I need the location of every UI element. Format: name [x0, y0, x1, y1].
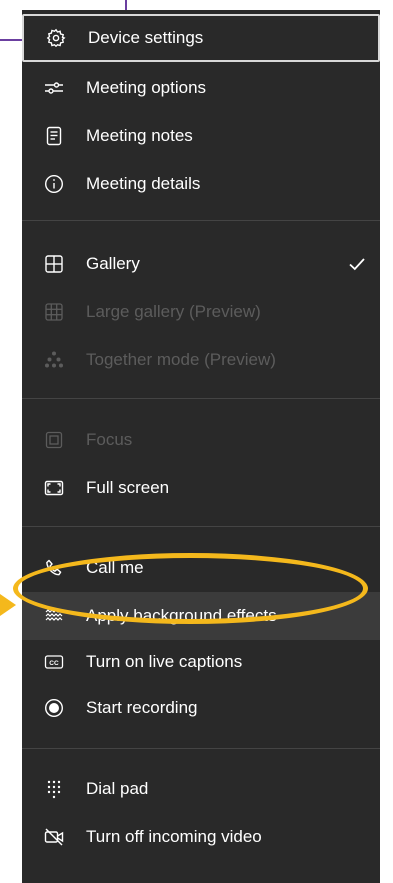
menu-item-label: Turn on live captions	[86, 652, 243, 671]
menu-divider	[22, 526, 380, 527]
callout-pointer	[0, 594, 16, 616]
menu-divider	[22, 748, 380, 749]
menu-item-turn-on-live-captions[interactable]: CC Turn on live captions	[22, 638, 380, 686]
menu-item-full-screen[interactable]: Full screen	[22, 464, 380, 512]
menu-divider	[22, 398, 380, 399]
notes-icon	[44, 126, 64, 146]
more-actions-menu: Device settings Meeting options Meeting …	[22, 10, 380, 883]
captions-icon: CC	[44, 652, 64, 672]
menu-item-label: Meeting details	[86, 174, 201, 193]
menu-item-label: Apply background effects	[86, 606, 277, 625]
video-off-icon	[44, 827, 64, 847]
record-icon	[44, 698, 64, 718]
menu-item-label: Device settings	[88, 28, 204, 47]
menu-item-label: Turn off incoming video	[86, 827, 262, 846]
focus-icon	[44, 430, 64, 450]
background-effects-icon	[44, 606, 64, 626]
menu-item-focus: Focus	[22, 416, 380, 464]
checkmark-icon	[348, 255, 366, 273]
menu-item-label: Meeting options	[86, 78, 207, 97]
callout-leader-line	[0, 39, 22, 41]
menu-item-large-gallery: Large gallery (Preview)	[22, 288, 380, 336]
menu-item-label: Full screen	[86, 478, 170, 497]
menu-item-label: Large gallery (Preview)	[86, 302, 261, 321]
phone-icon	[44, 558, 64, 578]
menu-item-label: Together mode (Preview)	[86, 350, 276, 369]
menu-item-meeting-notes[interactable]: Meeting notes	[22, 112, 380, 160]
gallery-icon	[44, 254, 64, 274]
menu-divider	[22, 220, 380, 221]
fullscreen-icon	[44, 478, 64, 498]
menu-item-meeting-details[interactable]: Meeting details	[22, 160, 380, 208]
menu-item-apply-background-effects[interactable]: Apply background effects	[22, 592, 380, 640]
menu-item-label: Meeting notes	[86, 126, 193, 145]
menu-item-together-mode: Together mode (Preview)	[22, 336, 380, 384]
menu-item-label: Start recording	[86, 698, 198, 717]
together-mode-icon	[44, 350, 64, 370]
menu-item-label: Dial pad	[86, 779, 149, 798]
large-gallery-icon	[44, 302, 64, 322]
menu-item-label: Gallery	[86, 254, 140, 273]
dialpad-icon	[44, 779, 64, 799]
menu-item-device-settings[interactable]: Device settings	[22, 14, 380, 62]
menu-item-start-recording[interactable]: Start recording	[22, 684, 380, 732]
menu-item-gallery[interactable]: Gallery	[22, 240, 380, 288]
menu-item-label: Call me	[86, 558, 144, 577]
info-icon	[44, 174, 64, 194]
sliders-icon	[44, 78, 64, 98]
menu-item-call-me[interactable]: Call me	[22, 544, 380, 592]
menu-item-turn-off-incoming-video[interactable]: Turn off incoming video	[22, 813, 380, 861]
menu-item-label: Focus	[86, 430, 133, 449]
svg-text:CC: CC	[49, 660, 59, 667]
gear-icon	[46, 28, 66, 48]
menu-item-dial-pad[interactable]: Dial pad	[22, 765, 380, 813]
menu-item-meeting-options[interactable]: Meeting options	[22, 64, 380, 112]
